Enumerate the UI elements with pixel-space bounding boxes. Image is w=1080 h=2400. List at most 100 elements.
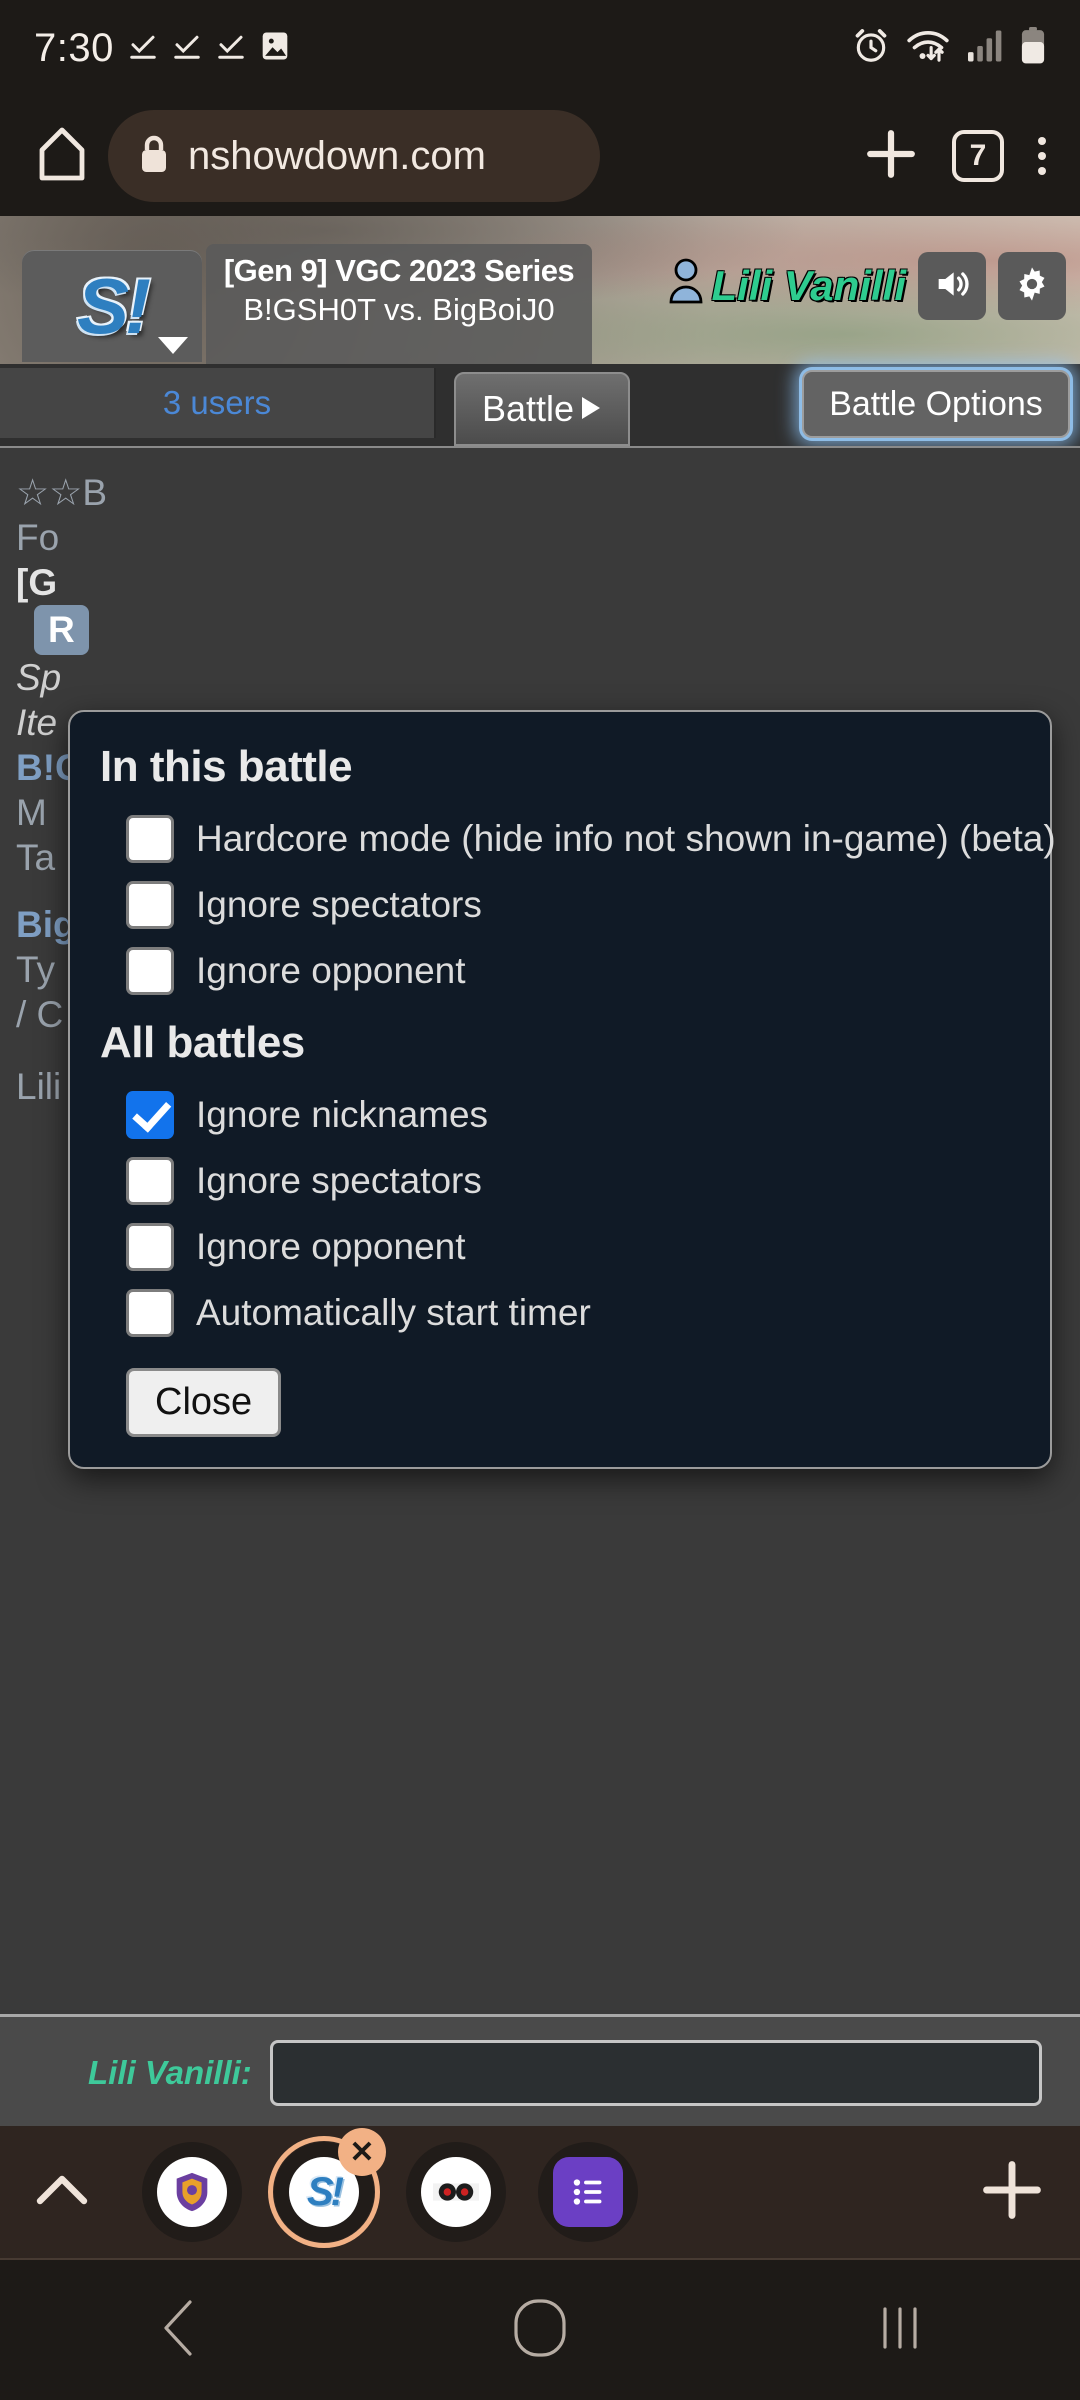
option-label: Ignore spectators xyxy=(196,1160,482,1201)
url-text: nshowdown.com xyxy=(188,133,486,178)
person-icon xyxy=(668,258,704,314)
phone-screen: 7:30 nshowdown.com 7 S! [Gen 9] VGC 2023… xyxy=(0,0,1080,2400)
battle-label: Battle xyxy=(481,388,575,429)
check-underline-icon xyxy=(216,31,246,66)
browser-tab[interactable] xyxy=(538,2142,638,2242)
browser-tab-active-showdown[interactable]: S! ✕ xyxy=(268,2128,386,2248)
browser-toolbar: nshowdown.com 7 xyxy=(0,96,1080,216)
chat-input[interactable] xyxy=(269,2039,1042,2106)
option-label: Ignore opponent xyxy=(196,950,466,991)
status-bar-left: 7:30 xyxy=(34,26,290,71)
chevron-up-icon xyxy=(36,2171,88,2214)
status-bar-right xyxy=(852,26,1046,70)
speaker-icon xyxy=(932,264,972,309)
crest-favicon xyxy=(157,2157,227,2227)
checkbox-hardcore-mode[interactable] xyxy=(126,815,174,863)
image-icon xyxy=(260,30,290,67)
log-line: R xyxy=(16,605,1064,655)
checkbox-ignore-opponent-battle[interactable] xyxy=(126,947,174,995)
option-label: Automatically start timer xyxy=(196,1292,591,1333)
room-tab-row: 3 users Battle Battle Options xyxy=(0,364,1080,446)
chevron-left-icon xyxy=(158,2298,202,2363)
popup-section-title-all-battles: All battles xyxy=(100,1018,305,1067)
username-label: Lili Vanilli xyxy=(711,262,906,309)
signal-icon xyxy=(966,29,1004,68)
triangle-right-icon xyxy=(580,388,602,430)
overflow-menu-icon[interactable] xyxy=(1038,137,1046,175)
browser-tab[interactable] xyxy=(142,2142,242,2242)
option-ignore-spectators-battle[interactable]: Ignore spectators xyxy=(100,872,1020,938)
star-icon: ☆ xyxy=(16,472,50,513)
checkbox-ignore-spectators-all[interactable] xyxy=(126,1157,174,1205)
chat-username-label: Lili Vanilli: xyxy=(88,2053,252,2091)
chevron-down-icon xyxy=(158,337,188,354)
check-underline-icon xyxy=(128,31,158,66)
option-label: Hardcore mode (hide info not shown in-ga… xyxy=(196,818,1056,859)
room-players: B!GSH0T vs. BigBoiJ0 xyxy=(243,291,555,327)
rated-badge: R xyxy=(34,605,89,655)
option-ignore-opponent-all[interactable]: Ignore opponent xyxy=(100,1214,1020,1280)
webpage-viewport: S! [Gen 9] VGC 2023 Series B!GSH0T vs. B… xyxy=(0,216,1080,2126)
option-ignore-nicknames[interactable]: Ignore nicknames xyxy=(100,1082,1020,1148)
room-tab[interactable]: [Gen 9] VGC 2023 Series B!GSH0T vs. BigB… xyxy=(206,244,592,364)
new-tab-button[interactable] xyxy=(974,2160,1050,2225)
browser-tab-strip: S! ✕ xyxy=(0,2126,1080,2260)
users-count-label: 3 users xyxy=(162,384,272,421)
wifi-icon xyxy=(906,27,950,70)
log-line: ☆☆B xyxy=(16,472,108,513)
dark-favicon xyxy=(421,2157,491,2227)
battle-options-popup: In this battle Hardcore mode (hide info … xyxy=(68,710,1056,1469)
popup-section-title-in-this-battle: In this battle xyxy=(100,742,353,791)
nav-back-button[interactable] xyxy=(120,2270,240,2390)
option-label: Ignore opponent xyxy=(196,1226,466,1267)
log-line: Sp xyxy=(16,656,62,698)
address-bar[interactable]: nshowdown.com xyxy=(108,110,600,202)
option-ignore-spectators-all[interactable]: Ignore spectators xyxy=(100,1148,1020,1214)
nav-home-button[interactable] xyxy=(480,2270,600,2390)
android-nav-bar xyxy=(0,2260,1080,2400)
room-format: [Gen 9] VGC 2023 Series xyxy=(223,253,575,288)
battle-tab-button[interactable]: Battle xyxy=(454,372,630,446)
plus-icon[interactable] xyxy=(864,127,918,186)
checkbox-auto-start-timer[interactable] xyxy=(126,1289,174,1337)
home-square-icon xyxy=(512,2297,568,2364)
browser-actions: 7 xyxy=(864,127,1054,186)
log-line: Fo xyxy=(16,517,60,559)
tab-count-button[interactable]: 7 xyxy=(952,130,1004,182)
tab-favicon-list: S! ✕ xyxy=(142,2128,638,2248)
list-favicon xyxy=(553,2157,623,2227)
checkbox-ignore-spectators-battle[interactable] xyxy=(126,881,174,929)
alarm-icon xyxy=(852,27,890,70)
sound-button[interactable] xyxy=(918,252,986,320)
user-button[interactable]: Lili Vanilli xyxy=(668,258,906,314)
users-tab[interactable]: 3 users xyxy=(0,368,436,438)
close-icon[interactable]: ✕ xyxy=(338,2128,386,2176)
status-bar: 7:30 xyxy=(0,0,1080,96)
showdown-header: S! [Gen 9] VGC 2023 Series B!GSH0T vs. B… xyxy=(0,216,1080,364)
battle-options-label: Battle Options xyxy=(829,384,1043,423)
lock-icon xyxy=(138,134,170,179)
option-label: Ignore spectators xyxy=(196,884,482,925)
home-button[interactable] xyxy=(26,120,98,192)
close-button[interactable]: Close xyxy=(126,1368,282,1437)
option-hardcore-mode[interactable]: Hardcore mode (hide info not shown in-ga… xyxy=(100,806,1056,872)
battle-options-button[interactable]: Battle Options xyxy=(802,370,1070,438)
plus-icon xyxy=(982,2160,1042,2225)
battery-icon xyxy=(1020,26,1046,70)
option-auto-start-timer[interactable]: Automatically start timer xyxy=(100,1280,1020,1346)
check-underline-icon xyxy=(172,31,202,66)
option-label: Ignore nicknames xyxy=(196,1094,489,1135)
nav-recents-button[interactable] xyxy=(840,2270,960,2390)
log-line: [G xyxy=(16,562,58,604)
showdown-logo-button[interactable]: S! xyxy=(22,250,202,362)
checkbox-ignore-opponent-all[interactable] xyxy=(126,1223,174,1271)
checkbox-ignore-nicknames[interactable] xyxy=(126,1091,174,1139)
recents-bars-icon xyxy=(873,2301,927,2360)
home-icon xyxy=(36,126,88,187)
showdown-logo: S! xyxy=(77,262,151,350)
expand-tabs-button[interactable] xyxy=(30,2171,94,2214)
browser-tab[interactable] xyxy=(406,2142,506,2242)
option-ignore-opponent-battle[interactable]: Ignore opponent xyxy=(100,938,1020,1004)
header-right-controls: Lili Vanilli xyxy=(668,252,1066,320)
settings-button[interactable] xyxy=(998,252,1066,320)
